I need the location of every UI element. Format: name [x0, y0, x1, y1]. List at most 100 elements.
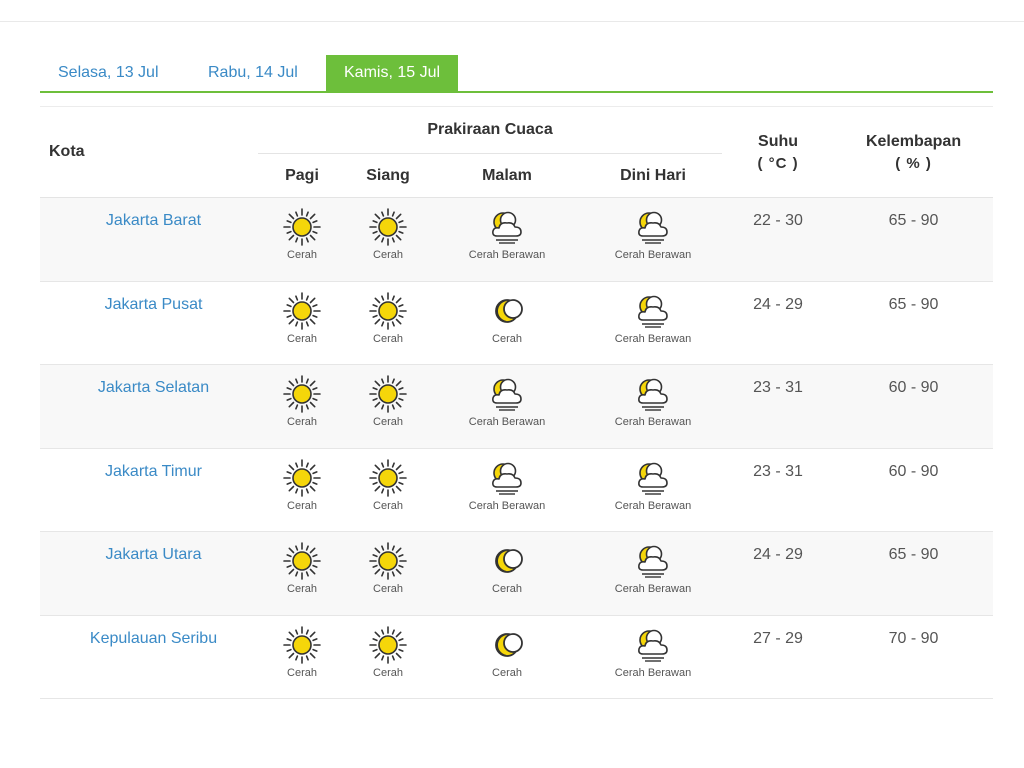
city-cell: Jakarta Barat [40, 198, 258, 282]
sun-icon [346, 542, 430, 580]
temperature-value: 23 - 31 [753, 379, 803, 396]
condition-label: Cerah [287, 416, 317, 428]
humidity-value: 65 - 90 [888, 212, 939, 229]
forecast-evening-cell: Cerah [430, 281, 584, 365]
city-link[interactable]: Jakarta Timur [105, 463, 202, 480]
city-cell: Jakarta Timur [40, 448, 258, 532]
header-humidity-label: Kelembapan [865, 132, 962, 150]
tab-wednesday[interactable]: Rabu, 14 Jul [190, 55, 316, 91]
moon-cloud-icon [584, 542, 722, 580]
header-humidity-unit: ( % ) [895, 154, 932, 172]
forecast-dawn-cell: Cerah Berawan [584, 448, 722, 532]
moon-cloud-icon [584, 459, 722, 497]
forecast-morning-cell: Cerah [258, 281, 346, 365]
city-link[interactable]: Kepulauan Seribu [90, 630, 217, 647]
header-temp-label: Suhu [758, 132, 799, 150]
sun-icon [258, 458, 346, 497]
temperature-value: 24 - 29 [753, 295, 803, 313]
condition-label: Cerah [373, 666, 403, 679]
condition-label: Cerah [373, 416, 403, 428]
forecast-noon-cell: Cerah [346, 448, 430, 532]
forecast-morning-cell: Cerah [258, 532, 346, 616]
moon-cloud-icon [584, 208, 722, 246]
forecast-dawn-cell: Cerah Berawan [584, 198, 722, 282]
forecast-dawn-cell: Cerah Berawan [584, 532, 722, 616]
forecast-noon-cell: Cerah [346, 532, 430, 616]
forecast-evening-cell: Cerah Berawan [430, 198, 584, 282]
city-cell: Kepulauan Seribu [40, 615, 258, 699]
moon-icon [430, 292, 584, 330]
city-link[interactable]: Jakarta Pusat [105, 296, 203, 313]
forecast-noon-cell: Cerah [346, 281, 430, 365]
table-row: Jakarta Timur Cerah Cerah Cerah Berawan Ce… [40, 448, 994, 532]
header-temp-unit: ( °C ) [757, 154, 799, 172]
city-link[interactable]: Jakarta Barat [106, 212, 201, 229]
sun-icon [346, 625, 430, 664]
humidity-value: 70 - 90 [888, 629, 939, 647]
header-evening: Malam [482, 166, 532, 184]
tab-tuesday[interactable]: Selasa, 13 Jul [40, 55, 177, 91]
sun-icon [346, 458, 430, 497]
forecast-dawn-cell: Cerah Berawan [584, 281, 722, 365]
humidity-value: 65 - 90 [888, 546, 939, 563]
moon-icon [430, 626, 584, 664]
condition-label: Cerah Berawan [614, 499, 692, 512]
condition-label: Cerah [492, 666, 522, 679]
sun-icon [258, 542, 346, 580]
moon-cloud-icon [430, 459, 584, 497]
condition-label: Cerah [373, 332, 403, 345]
forecast-morning-cell: Cerah [258, 448, 346, 532]
forecast-dawn-cell: Cerah Berawan [584, 365, 722, 449]
forecast-evening-cell: Cerah [430, 532, 584, 616]
humidity-value: 60 - 90 [888, 379, 939, 396]
sun-icon [258, 208, 346, 246]
temperature-value: 22 - 30 [753, 212, 803, 229]
condition-label: Cerah Berawan [614, 332, 692, 345]
sun-icon [258, 625, 346, 664]
moon-cloud-icon [430, 375, 584, 413]
temperature-value: 27 - 29 [753, 629, 803, 647]
header-noon: Siang [366, 166, 410, 184]
condition-label: Cerah [373, 499, 403, 512]
condition-label: Cerah Berawan [468, 249, 546, 261]
forecast-noon-cell: Cerah [346, 615, 430, 699]
header-forecast: Prakiraan Cuaca [258, 106, 723, 154]
moon-icon [430, 542, 584, 580]
moon-cloud-icon [584, 292, 722, 330]
moon-cloud-icon [430, 208, 584, 246]
temperature-value: 24 - 29 [753, 546, 803, 563]
top-strip [0, 0, 1024, 22]
forecast-evening-cell: Cerah [430, 615, 584, 699]
condition-label: Cerah [287, 332, 317, 345]
forecast-evening-cell: Cerah Berawan [430, 448, 584, 532]
condition-label: Cerah [287, 249, 317, 261]
city-link[interactable]: Jakarta Utara [105, 546, 201, 563]
condition-label: Cerah Berawan [614, 416, 692, 428]
city-link[interactable]: Jakarta Selatan [98, 379, 209, 396]
condition-label: Cerah Berawan [614, 583, 692, 595]
sun-icon [346, 375, 430, 413]
forecast-noon-cell: Cerah [346, 365, 430, 449]
city-cell: Jakarta Selatan [40, 365, 258, 449]
forecast-morning-cell: Cerah [258, 365, 346, 449]
forecast-table: Kota Prakiraan Cuaca Suhu ( °C ) Kelemba… [40, 106, 994, 699]
header-dawn: Dini Hari [620, 166, 686, 184]
tab-thursday[interactable]: Kamis, 15 Jul [326, 55, 459, 91]
sun-icon [346, 208, 430, 246]
table-row: Jakarta Barat Cerah Cerah Cerah Berawan Ce… [40, 197, 994, 282]
condition-label: Cerah [373, 583, 403, 595]
condition-label: Cerah Berawan [614, 666, 692, 679]
sun-icon [346, 291, 430, 330]
condition-label: Cerah Berawan [468, 416, 546, 428]
temperature-value: 23 - 31 [753, 462, 803, 480]
moon-cloud-icon [584, 375, 722, 413]
forecast-morning-cell: Cerah [258, 198, 346, 282]
condition-label: Cerah [287, 666, 317, 679]
condition-label: Cerah [492, 332, 522, 345]
humidity-value: 65 - 90 [888, 295, 939, 313]
humidity-value: 60 - 90 [888, 462, 939, 480]
header-city: Kota [49, 143, 85, 160]
header-morning: Pagi [285, 166, 319, 184]
forecast-noon-cell: Cerah [346, 198, 430, 282]
condition-label: Cerah [287, 583, 317, 595]
